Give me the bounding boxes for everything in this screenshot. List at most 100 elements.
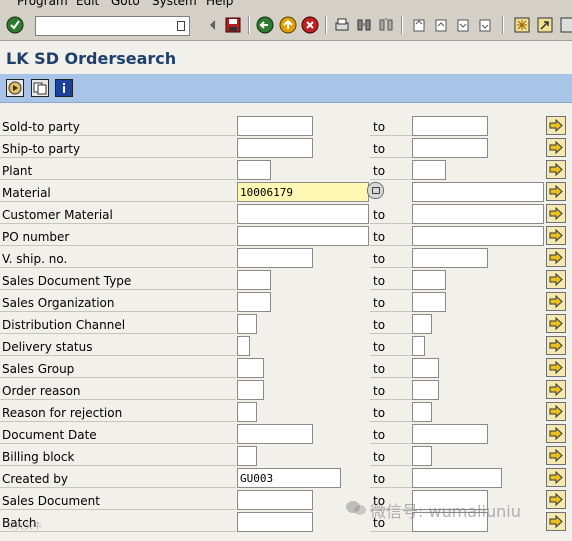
from-input[interactable]	[237, 490, 313, 510]
multiple-selection-arrow-icon[interactable]	[546, 116, 566, 135]
selection-row: Plant to	[0, 159, 572, 181]
selection-row: Material 10006179	[0, 181, 572, 203]
multiple-selection-arrow-icon[interactable]	[546, 182, 566, 201]
from-input[interactable]	[237, 248, 313, 268]
help-icon[interactable]	[559, 16, 572, 34]
to-input[interactable]	[412, 204, 544, 224]
from-input[interactable]	[237, 358, 264, 378]
to-input[interactable]	[412, 182, 544, 202]
multiple-selection-arrow-icon[interactable]	[546, 512, 566, 531]
shortcut-icon[interactable]	[536, 16, 554, 34]
history-dropdown-icon[interactable]	[177, 21, 185, 31]
field-label: Sales Group	[2, 362, 75, 376]
menu-program[interactable]: Program	[17, 0, 68, 8]
from-input[interactable]	[237, 380, 264, 400]
field-label: Sales Organization	[2, 296, 115, 310]
menu-goto[interactable]: Goto	[111, 0, 140, 8]
multiple-selection-arrow-icon[interactable]	[546, 226, 566, 245]
to-input[interactable]	[412, 248, 488, 268]
multiple-selection-arrow-icon[interactable]	[546, 446, 566, 465]
from-input[interactable]	[237, 270, 271, 290]
from-input[interactable]	[237, 446, 257, 466]
menu-system[interactable]: System	[152, 0, 197, 8]
from-input[interactable]	[237, 160, 271, 180]
selection-row: Sales Document Type to	[0, 269, 572, 291]
multiple-selection-arrow-icon[interactable]	[546, 424, 566, 443]
to-input[interactable]	[412, 468, 502, 488]
back-icon[interactable]	[256, 16, 274, 34]
multiple-selection-arrow-icon[interactable]	[546, 160, 566, 179]
to-input[interactable]	[412, 314, 432, 334]
to-input[interactable]	[412, 446, 432, 466]
multiple-selection-arrow-icon[interactable]	[546, 336, 566, 355]
from-input[interactable]: GU003	[237, 468, 341, 488]
to-input[interactable]	[412, 138, 488, 158]
multiple-selection-arrow-icon[interactable]	[546, 314, 566, 333]
first-page-icon[interactable]	[410, 16, 428, 34]
from-input[interactable]	[237, 512, 313, 532]
field-label: Sales Document Type	[2, 274, 132, 288]
next-page-icon[interactable]	[454, 16, 472, 34]
menu-edit[interactable]: Edit	[76, 0, 99, 8]
to-label: to	[373, 296, 386, 310]
find-icon[interactable]	[355, 16, 373, 34]
menu-help[interactable]: Help	[206, 0, 233, 8]
selection-row: Created by GU003 to	[0, 467, 572, 489]
get-variant-icon[interactable]	[31, 79, 49, 97]
multiple-selection-arrow-icon[interactable]	[546, 402, 566, 421]
from-input[interactable]	[237, 336, 250, 356]
collapse-left-icon[interactable]	[204, 16, 222, 34]
multiple-selection-arrow-icon[interactable]	[546, 204, 566, 223]
print-icon[interactable]	[333, 16, 351, 34]
cancel-icon[interactable]	[301, 16, 319, 34]
from-input[interactable]	[237, 116, 313, 136]
from-input[interactable]	[237, 424, 313, 444]
execute-icon[interactable]	[6, 79, 24, 97]
multiple-selection-arrow-icon[interactable]	[546, 490, 566, 509]
to-label: to	[373, 142, 386, 156]
to-input[interactable]	[412, 270, 446, 290]
to-input[interactable]	[412, 402, 432, 422]
from-input[interactable]	[237, 204, 369, 224]
multiple-selection-arrow-icon[interactable]	[546, 270, 566, 289]
from-input[interactable]	[237, 292, 271, 312]
multiple-selection-arrow-icon[interactable]	[546, 292, 566, 311]
multiple-selection-arrow-icon[interactable]	[546, 358, 566, 377]
multiple-selection-arrow-icon[interactable]	[546, 248, 566, 267]
new-session-icon[interactable]	[513, 16, 531, 34]
program-documentation-icon[interactable]	[55, 79, 73, 97]
from-input[interactable]: 10006179	[237, 182, 369, 202]
to-input[interactable]	[412, 380, 439, 400]
to-input[interactable]	[412, 116, 488, 136]
from-input[interactable]	[237, 138, 313, 158]
page-title: LK SD Ordersearch	[6, 49, 177, 68]
title-bar: LK SD Ordersearch	[0, 41, 572, 74]
from-input[interactable]	[237, 314, 257, 334]
multiple-selection-arrow-icon[interactable]	[546, 468, 566, 487]
last-page-icon[interactable]	[476, 16, 494, 34]
command-field[interactable]	[35, 16, 190, 36]
to-label: to	[373, 450, 386, 464]
from-input[interactable]	[237, 402, 257, 422]
selection-screen: Sold-to party to Ship-to party to Plant to Mat…	[0, 103, 572, 541]
from-input[interactable]	[237, 226, 369, 246]
exit-icon[interactable]	[279, 16, 297, 34]
selection-row: PO number to	[0, 225, 572, 247]
previous-page-icon[interactable]	[432, 16, 450, 34]
multiple-selection-arrow-icon[interactable]	[546, 138, 566, 157]
to-input[interactable]	[412, 424, 488, 444]
multiple-selection-arrow-icon[interactable]	[546, 380, 566, 399]
field-label: Sales Document	[2, 494, 100, 508]
save-icon[interactable]	[224, 16, 242, 34]
value-help-icon[interactable]	[367, 182, 384, 199]
to-input[interactable]	[412, 358, 439, 378]
selection-row: Billing block to	[0, 445, 572, 467]
to-input[interactable]	[412, 292, 446, 312]
to-label: to	[373, 362, 386, 376]
enter-check-icon[interactable]	[6, 16, 24, 34]
to-input[interactable]	[412, 226, 544, 246]
find-next-icon[interactable]	[377, 16, 395, 34]
field-label: Sold-to party	[2, 120, 80, 134]
to-input[interactable]	[412, 336, 425, 356]
to-input[interactable]	[412, 160, 446, 180]
